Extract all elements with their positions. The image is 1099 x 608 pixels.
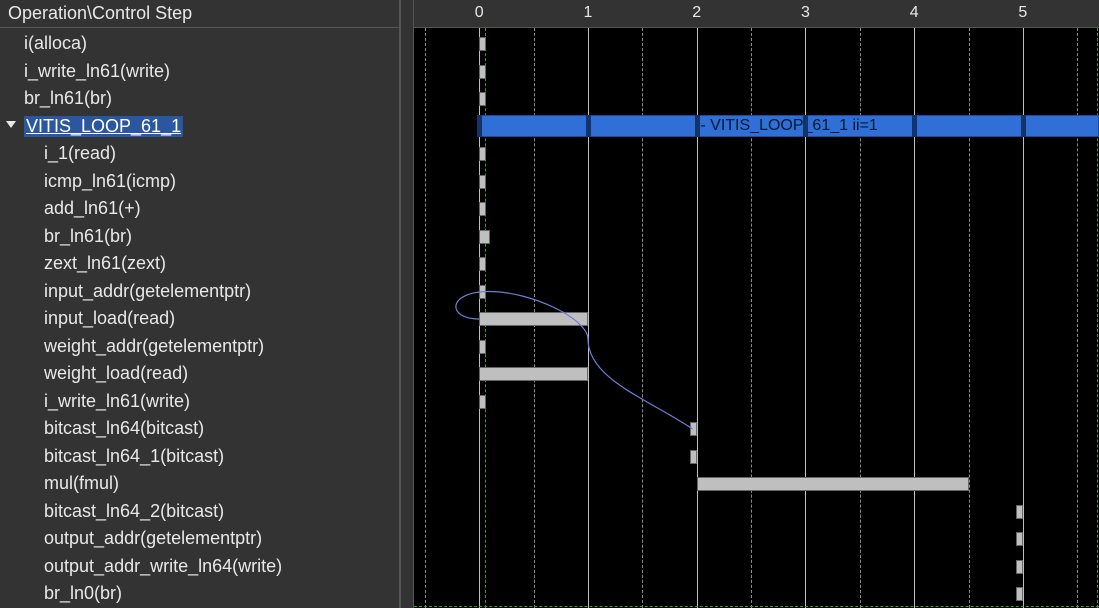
tree-row-label: br_ln0(br): [44, 583, 122, 604]
operation-tick[interactable]: [1016, 560, 1023, 574]
ruler-tick-label: 4: [910, 4, 919, 22]
tree-row-label: i_1(read): [44, 143, 116, 164]
tree-row[interactable]: bitcast_ln64_2(bitcast): [0, 498, 399, 526]
tree-row-label: icmp_ln61(icmp): [44, 171, 176, 192]
tree-row[interactable]: weight_load(read): [0, 360, 399, 388]
operation-bar[interactable]: [479, 367, 588, 381]
tree-row[interactable]: VITIS_LOOP_61_1: [0, 113, 399, 141]
tree-row-label: zext_ln61(zext): [44, 253, 166, 274]
tree-row-label: i_write_ln61(write): [24, 61, 170, 82]
tree-row[interactable]: input_addr(getelementptr): [0, 278, 399, 306]
tree-row-label: weight_load(read): [44, 363, 188, 384]
tree-row-label: i(alloca): [24, 33, 87, 54]
operation-tick[interactable]: [690, 450, 697, 464]
loop-tick-marker: [803, 115, 808, 137]
loop-bottom-marker: [414, 606, 1099, 607]
tree-row[interactable]: mul(fmul): [0, 470, 399, 498]
operation-tick[interactable]: [479, 340, 486, 354]
tree-row-label: br_ln61(br): [44, 226, 132, 247]
loop-region-bar[interactable]: - VITIS_LOOP_61_1 ii=1: [479, 115, 1099, 137]
tree-row[interactable]: input_load(read): [0, 305, 399, 333]
tree-row[interactable]: output_addr(getelementptr): [0, 525, 399, 553]
tree-row[interactable]: add_ln61(+): [0, 195, 399, 223]
tree-row[interactable]: br_ln61(br): [0, 223, 399, 251]
tree-row-label: output_addr_write_ln64(write): [44, 556, 282, 577]
tree-row[interactable]: icmp_ln61(icmp): [0, 168, 399, 196]
operation-bar[interactable]: [479, 312, 588, 326]
operation-tick[interactable]: [479, 202, 486, 216]
tree-row-label: input_load(read): [44, 308, 175, 329]
tree-row-label: mul(fmul): [44, 473, 119, 494]
timeline-chart[interactable]: - VITIS_LOOP_61_1 ii=1: [414, 28, 1099, 608]
operation-tree[interactable]: i(alloca) i_write_ln61(write) br_ln61(br) V…: [0, 28, 399, 608]
tree-row[interactable]: weight_addr(getelementptr): [0, 333, 399, 361]
operation-tick[interactable]: [479, 285, 486, 299]
timeline-panel: 0 1 2 3 4 5 - VITIS_LOOP_61_1 ii=1: [414, 0, 1099, 608]
loop-tick-marker: [477, 115, 482, 137]
tree-row[interactable]: br_ln0(br): [0, 580, 399, 608]
loop-tick-marker: [1021, 115, 1026, 137]
operation-tick[interactable]: [479, 257, 486, 271]
operation-tick[interactable]: [1016, 532, 1023, 546]
tree-row-label: weight_addr(getelementptr): [44, 336, 264, 357]
tree-row[interactable]: bitcast_ln64(bitcast): [0, 415, 399, 443]
operation-bar[interactable]: [697, 477, 969, 491]
operation-tick[interactable]: [479, 147, 486, 161]
tree-row[interactable]: i_write_ln61(write): [0, 58, 399, 86]
loop-tick-marker: [695, 115, 700, 137]
ruler-tick-label: 1: [584, 4, 593, 22]
tree-row-label: input_addr(getelementptr): [44, 281, 251, 302]
tree-row[interactable]: output_addr_write_ln64(write): [0, 553, 399, 581]
tree-row-label: bitcast_ln64_2(bitcast): [44, 501, 224, 522]
tree-row[interactable]: zext_ln61(zext): [0, 250, 399, 278]
operation-tick[interactable]: [479, 37, 486, 51]
timeline-ruler: 0 1 2 3 4 5: [414, 0, 1099, 28]
tree-row[interactable]: bitcast_ln64_1(bitcast): [0, 443, 399, 471]
tree-row-label: VITIS_LOOP_61_1: [24, 116, 183, 137]
ruler-tick-label: 0: [475, 4, 484, 22]
ruler-tick-label: 5: [1018, 4, 1027, 22]
tree-row-label: add_ln61(+): [44, 198, 141, 219]
tree-row-label: br_ln61(br): [24, 88, 112, 109]
loop-tick-marker: [586, 115, 591, 137]
tree-row[interactable]: i(alloca): [0, 30, 399, 58]
operation-tick[interactable]: [479, 92, 486, 106]
gridline-minor: [425, 28, 426, 608]
tree-row-label: bitcast_ln64(bitcast): [44, 418, 204, 439]
ruler-tick-label: 3: [801, 4, 810, 22]
operation-tick[interactable]: [690, 422, 697, 436]
loop-region-label: - VITIS_LOOP_61_1 ii=1: [700, 117, 877, 135]
panel-splitter[interactable]: [400, 0, 414, 608]
tree-row[interactable]: i_1(read): [0, 140, 399, 168]
operation-tick[interactable]: [479, 230, 490, 244]
tree-row-label: output_addr(getelementptr): [44, 528, 262, 549]
tree-header: Operation\Control Step: [0, 0, 399, 28]
operation-tree-panel: Operation\Control Step i(alloca) i_write_…: [0, 0, 400, 608]
operation-tick[interactable]: [479, 395, 486, 409]
operation-tick[interactable]: [1016, 587, 1023, 601]
tree-row-label: i_write_ln61(write): [44, 391, 190, 412]
tree-row-label: bitcast_ln64_1(bitcast): [44, 446, 224, 467]
disclosure-collapse-icon[interactable]: [6, 119, 18, 131]
operation-tick[interactable]: [479, 175, 486, 189]
operation-tick[interactable]: [1016, 505, 1023, 519]
loop-tick-marker: [912, 115, 917, 137]
tree-row[interactable]: i_write_ln61(write): [0, 388, 399, 416]
ruler-tick-label: 2: [692, 4, 701, 22]
operation-tick[interactable]: [479, 65, 486, 79]
tree-row[interactable]: br_ln61(br): [0, 85, 399, 113]
tree-header-label: Operation\Control Step: [8, 3, 192, 24]
